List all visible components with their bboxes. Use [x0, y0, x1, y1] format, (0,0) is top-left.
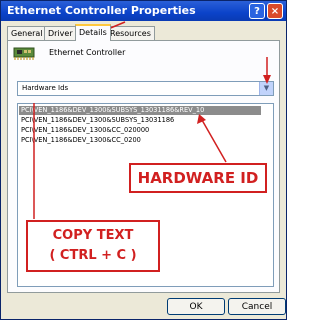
properties-dialog: Ethernet Controller Properties ? × Gener…	[0, 0, 287, 320]
chevron-down-icon[interactable]: ▼	[259, 82, 273, 95]
list-item[interactable]: PCI\VEN_1186&DEV_1300&CC_0200	[21, 136, 141, 145]
tab-general[interactable]: General	[7, 26, 47, 40]
network-adapter-icon	[13, 47, 35, 60]
list-item[interactable]: PCI\VEN_1186&DEV_1300&CC_020000	[21, 126, 149, 135]
title-bar[interactable]: Ethernet Controller Properties ? ×	[1, 1, 286, 21]
close-icon: ×	[270, 5, 280, 17]
property-select-value: Hardware Ids	[22, 84, 69, 92]
list-item-selected[interactable]: PCI\VEN_1186&DEV_1300&SUBSYS_13031186&RE…	[19, 106, 261, 115]
copy-text-annotation: COPY TEXT ( CTRL + C )	[26, 220, 160, 272]
tab-driver[interactable]: Driver	[44, 26, 77, 40]
list-item[interactable]: PCI\VEN_1186&DEV_1300&SUBSYS_13031186	[21, 116, 174, 125]
help-icon: ?	[254, 5, 260, 17]
cancel-button[interactable]: Cancel	[228, 298, 286, 315]
device-name: Ethernet Controller	[49, 48, 126, 57]
window-title: Ethernet Controller Properties	[7, 4, 196, 17]
property-select[interactable]: Hardware Ids ▼	[17, 81, 274, 96]
tab-resources[interactable]: Resources	[106, 26, 155, 40]
copy-text-label: COPY TEXT	[52, 228, 134, 243]
tab-details[interactable]: Details	[75, 24, 111, 41]
hardware-id-annotation: HARDWARE ID	[129, 163, 267, 193]
copy-shortcut-label: ( CTRL + C )	[49, 248, 137, 263]
close-button[interactable]: ×	[267, 3, 283, 19]
ok-button[interactable]: OK	[167, 298, 225, 315]
help-button[interactable]: ?	[249, 3, 265, 19]
